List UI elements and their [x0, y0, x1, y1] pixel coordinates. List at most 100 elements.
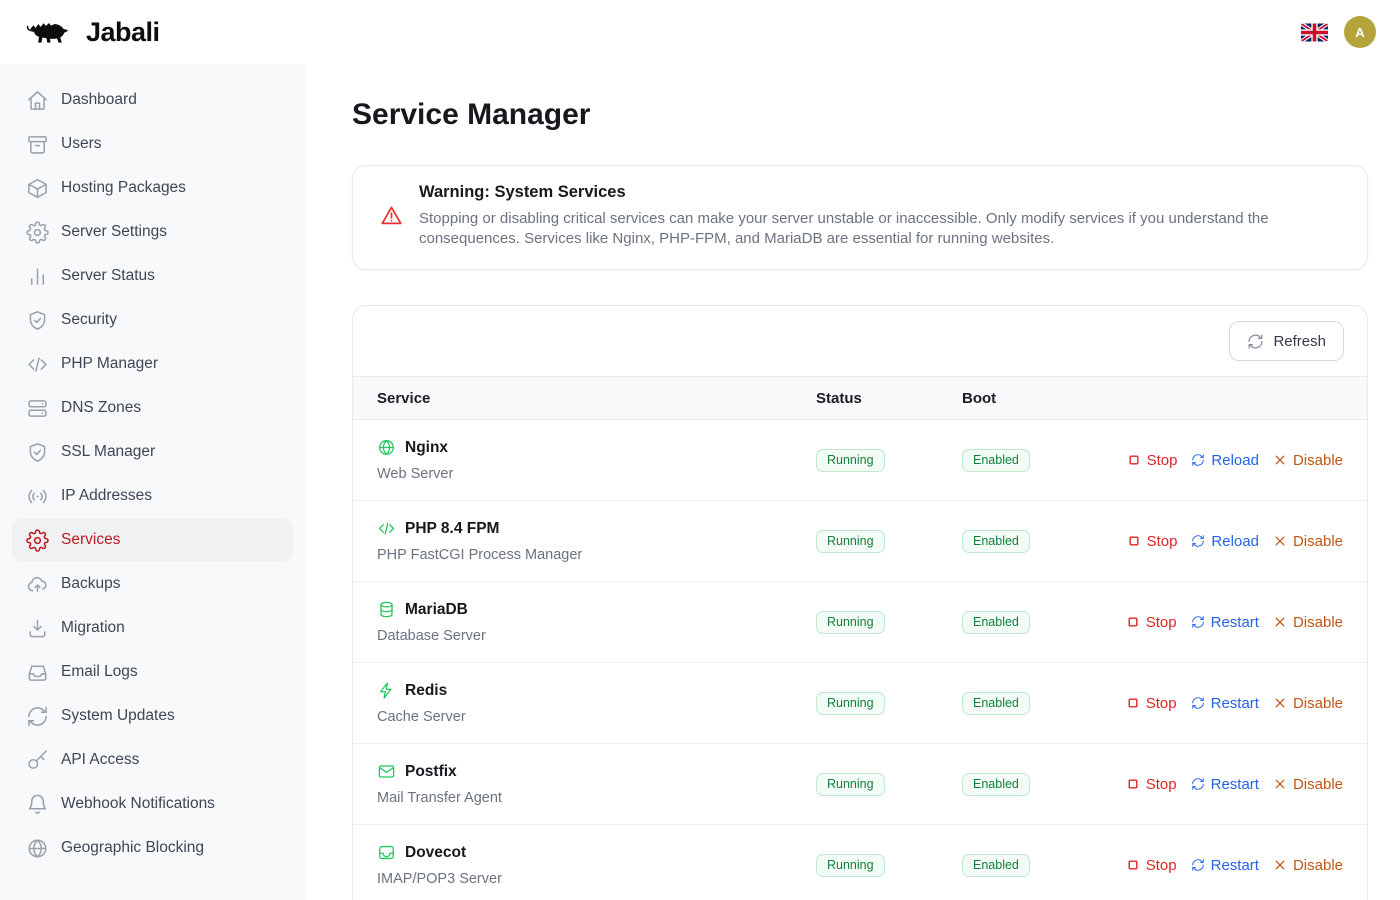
service-row-mariadb: MariaDB Database Server Running Enabled … — [353, 582, 1367, 663]
sidebar-item-label: API Access — [61, 751, 139, 769]
boot-badge: Enabled — [962, 611, 1030, 634]
database-icon — [377, 600, 396, 619]
service-name: Dovecot — [405, 844, 466, 862]
code-icon — [26, 353, 49, 376]
home-icon — [26, 89, 49, 112]
disable-action-label: Disable — [1293, 776, 1343, 793]
restart-action-label: Restart — [1211, 776, 1259, 793]
sidebar-item-email-logs[interactable]: Email Logs — [12, 650, 293, 694]
disable-action-label: Disable — [1293, 614, 1343, 631]
disable-action-label: Disable — [1293, 452, 1343, 469]
sidebar-item-users[interactable]: Users — [12, 122, 293, 166]
sidebar-item-dashboard[interactable]: Dashboard — [12, 78, 293, 122]
status-badge: Running — [816, 449, 885, 472]
sidebar-item-system-updates[interactable]: System Updates — [12, 694, 293, 738]
sidebar-item-label: DNS Zones — [61, 399, 141, 417]
download-tray-icon — [26, 617, 49, 640]
sync-icon — [1191, 615, 1205, 629]
stop-action-button[interactable]: Stop — [1127, 533, 1178, 550]
status-badge: Running — [816, 773, 885, 796]
sidebar-item-geographic-blocking[interactable]: Geographic Blocking — [12, 826, 293, 870]
sidebar-item-security[interactable]: Security — [12, 298, 293, 342]
restart-action-label: Restart — [1211, 695, 1259, 712]
restart-action-label: Restart — [1211, 857, 1259, 874]
bar-chart-icon — [26, 265, 49, 288]
sidebar-item-php-manager[interactable]: PHP Manager — [12, 342, 293, 386]
service-description: Web Server — [377, 466, 816, 482]
x-icon — [1273, 615, 1287, 629]
sidebar-item-hosting-packages[interactable]: Hosting Packages — [12, 166, 293, 210]
reload-action-label: Reload — [1211, 452, 1259, 469]
refresh-button[interactable]: Refresh — [1229, 321, 1344, 361]
service-row-redis: Redis Cache Server Running Enabled StopR… — [353, 663, 1367, 744]
gear-icon — [26, 221, 49, 244]
gear-icon — [26, 529, 49, 552]
stop-action-button[interactable]: Stop — [1126, 695, 1177, 712]
sidebar-item-dns-zones[interactable]: DNS Zones — [12, 386, 293, 430]
sidebar-item-label: Email Logs — [61, 663, 138, 681]
boot-badge: Enabled — [962, 692, 1030, 715]
sync-icon — [1191, 777, 1205, 791]
brand-name: Jabali — [86, 17, 160, 48]
disable-action-button[interactable]: Disable — [1273, 452, 1343, 469]
sidebar-item-services[interactable]: Services — [12, 518, 293, 562]
sync-icon — [26, 705, 49, 728]
sidebar-item-label: IP Addresses — [61, 487, 152, 505]
service-row-dovecot: Dovecot IMAP/POP3 Server Running Enabled… — [353, 825, 1367, 900]
disable-action-button[interactable]: Disable — [1273, 776, 1343, 793]
restart-action-button[interactable]: Restart — [1191, 695, 1259, 712]
avatar[interactable]: A — [1344, 16, 1376, 48]
disable-action-button[interactable]: Disable — [1273, 614, 1343, 631]
boot-badge: Enabled — [962, 854, 1030, 877]
row-actions: Stop Restart Disable — [1126, 695, 1343, 712]
service-name: PHP 8.4 FPM — [405, 520, 499, 538]
column-header-status: Status — [816, 390, 962, 407]
archive-box-icon — [26, 133, 49, 156]
boot-badge: Enabled — [962, 773, 1030, 796]
main-content: Service Manager Warning: System Services… — [305, 64, 1400, 900]
sidebar-item-label: Security — [61, 311, 117, 329]
globe-icon — [26, 837, 49, 860]
stop-icon — [1126, 696, 1140, 710]
stop-icon — [1126, 858, 1140, 872]
shield-check-icon — [26, 309, 49, 332]
x-icon — [1273, 696, 1287, 710]
inbox-tray-icon — [377, 843, 396, 862]
sidebar-item-server-settings[interactable]: Server Settings — [12, 210, 293, 254]
restart-action-button[interactable]: Restart — [1191, 857, 1259, 874]
service-name: Nginx — [405, 439, 448, 457]
disable-action-button[interactable]: Disable — [1273, 533, 1343, 550]
restart-action-button[interactable]: Restart — [1191, 776, 1259, 793]
brand[interactable]: Jabali — [26, 12, 160, 52]
restart-action-button[interactable]: Restart — [1191, 614, 1259, 631]
disable-action-label: Disable — [1293, 695, 1343, 712]
stop-action-button[interactable]: Stop — [1126, 776, 1177, 793]
stop-action-button[interactable]: Stop — [1126, 614, 1177, 631]
stop-action-label: Stop — [1146, 614, 1177, 631]
service-description: Database Server — [377, 628, 816, 644]
sidebar-item-api-access[interactable]: API Access — [12, 738, 293, 782]
sidebar-item-label: PHP Manager — [61, 355, 158, 373]
uk-flag-icon[interactable] — [1301, 23, 1328, 42]
stop-icon — [1126, 615, 1140, 629]
disable-action-button[interactable]: Disable — [1273, 695, 1343, 712]
stop-action-button[interactable]: Stop — [1126, 857, 1177, 874]
stop-icon — [1127, 453, 1141, 467]
top-header: Jabali A — [0, 0, 1400, 64]
status-badge: Running — [816, 692, 885, 715]
cloud-upload-icon — [26, 573, 49, 596]
key-icon — [26, 749, 49, 772]
stop-action-button[interactable]: Stop — [1127, 452, 1178, 469]
sidebar-item-backups[interactable]: Backups — [12, 562, 293, 606]
sidebar-item-ip-addresses[interactable]: IP Addresses — [12, 474, 293, 518]
row-actions: Stop Reload Disable — [1127, 452, 1343, 469]
reload-action-button[interactable]: Reload — [1191, 452, 1259, 469]
disable-action-button[interactable]: Disable — [1273, 857, 1343, 874]
status-badge: Running — [816, 530, 885, 553]
reload-action-button[interactable]: Reload — [1191, 533, 1259, 550]
sidebar-item-webhook-notifications[interactable]: Webhook Notifications — [12, 782, 293, 826]
sidebar-item-server-status[interactable]: Server Status — [12, 254, 293, 298]
sidebar-item-migration[interactable]: Migration — [12, 606, 293, 650]
table-header: Service Status Boot — [353, 376, 1367, 420]
sidebar-item-ssl-manager[interactable]: SSL Manager — [12, 430, 293, 474]
